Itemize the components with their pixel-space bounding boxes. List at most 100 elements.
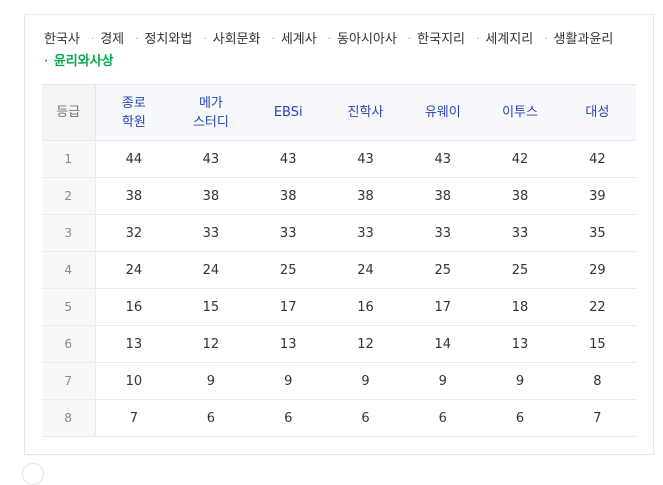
table-row: 3 32 33 33 33 33 33 35 (42, 214, 636, 252)
score-cell: 18 (481, 288, 559, 326)
score-cell: 25 (404, 251, 482, 289)
source-column-header: EBSi (249, 84, 327, 141)
score-cell: 6 (249, 399, 327, 437)
table-row: 1 44 43 43 43 43 42 42 (42, 140, 636, 178)
score-cell: 8 (558, 362, 636, 400)
grade-cell: 6 (42, 325, 96, 363)
separator-dot: · (476, 34, 480, 45)
separator-dot: · (407, 34, 412, 45)
subject-tab-7[interactable]: · 세계지리 (469, 32, 533, 47)
score-cell: 12 (172, 325, 250, 363)
header-line: 스터디 (192, 114, 229, 130)
score-cell: 6 (172, 399, 250, 437)
source-column-header: 메가스터디 (172, 84, 250, 141)
score-cell: 9 (481, 362, 559, 400)
score-cell: 42 (481, 140, 559, 178)
score-cell: 13 (249, 325, 327, 363)
header-line: 진학사 (347, 105, 384, 120)
grade-cell: 4 (42, 251, 96, 289)
score-cell: 6 (326, 399, 405, 437)
score-cell: 17 (404, 288, 482, 326)
score-cell: 16 (95, 288, 173, 326)
score-cell: 38 (249, 177, 327, 215)
header-line: 메가 (198, 95, 223, 111)
subject-label: 윤리와사상 (53, 54, 114, 69)
score-cell: 17 (249, 288, 327, 326)
header-line: 유웨이 (424, 105, 461, 120)
score-cell: 16 (326, 288, 405, 326)
top-cropped-tabs (0, 0, 663, 14)
score-cell: 13 (481, 325, 559, 363)
score-cell: 43 (172, 140, 250, 178)
separator-dot: · (544, 34, 548, 45)
source-column-header: 진학사 (326, 84, 405, 141)
score-cell: 33 (481, 214, 559, 252)
table-body: 1 44 43 43 43 43 42 42 2 38 38 38 38 38 38 39 3 32 33 33 33 3… (42, 140, 636, 437)
source-column-header: 대성 (558, 84, 636, 141)
score-cell: 13 (95, 325, 173, 363)
separator-dot: · (271, 34, 275, 45)
subject-label: 한국지리 (417, 32, 466, 47)
grade-cell: 5 (42, 288, 96, 326)
score-cell: 25 (249, 251, 327, 289)
subject-tab-9[interactable]: · 윤리와사상 (44, 54, 114, 69)
score-cell: 9 (249, 362, 327, 400)
score-cell: 43 (404, 140, 482, 178)
score-cell: 12 (326, 325, 405, 363)
table-row: 87666667 (42, 399, 636, 437)
score-cell: 33 (249, 214, 327, 252)
grade-column-header: 등급 (42, 84, 96, 141)
subject-tab-8[interactable]: · 생활과윤리 (537, 32, 613, 47)
separator-dot: · (327, 34, 332, 45)
subject-tab-0[interactable]: ·한국사 (44, 32, 80, 47)
score-cell: 43 (326, 140, 405, 178)
score-cell: 24 (326, 251, 405, 289)
score-cell: 38 (172, 177, 250, 215)
subject-label: 세계사 (280, 32, 317, 47)
score-cell: 38 (326, 177, 405, 215)
score-cell: 25 (481, 251, 559, 289)
table-row: 7 10 9 9 9 9 9 8 (42, 362, 636, 400)
subject-tab-6[interactable]: · 한국지리 (401, 32, 465, 47)
subject-tab-5[interactable]: · 동아시아사 (321, 32, 397, 47)
subject-label: 한국사 (44, 32, 80, 47)
score-cell: 38 (481, 177, 559, 215)
score-cell: 32 (95, 214, 173, 252)
score-cell: 10 (95, 362, 173, 400)
grade-cell: 3 (42, 214, 96, 252)
score-cell: 43 (249, 140, 327, 178)
score-cell: 9 (172, 362, 250, 400)
score-cell: 9 (404, 362, 482, 400)
score-cell: 33 (172, 214, 250, 252)
subject-label: 정치와법 (144, 32, 193, 47)
score-cell: 24 (95, 251, 173, 289)
source-column-header: 유웨이 (404, 84, 482, 141)
subject-label: 생활과윤리 (553, 32, 614, 47)
grade-cell: 7 (42, 362, 96, 400)
subject-label: 세계지리 (485, 32, 534, 47)
header-line: 종로 (121, 95, 146, 111)
score-cell: 35 (558, 214, 636, 252)
score-cell: 6 (481, 399, 559, 437)
subject-tab-4[interactable]: · 세계사 (265, 32, 317, 47)
table-row: 4 24 24 25 24 25 25 29 (42, 251, 636, 289)
subject-tab-2[interactable]: · 정치와법 (128, 32, 192, 47)
score-cell: 33 (326, 214, 405, 252)
table-row: 6 13 12 13 12 14 13 15 (42, 325, 636, 363)
separator-dot: · (44, 56, 48, 67)
score-cell: 6 (404, 399, 482, 437)
source-column-header: 이투스 (481, 84, 559, 141)
score-cell: 9 (326, 362, 405, 400)
header-line: EBSi (273, 105, 303, 120)
cropped-circle-button[interactable] (22, 463, 44, 485)
subject-tab-1[interactable]: · 경제 (84, 32, 124, 47)
separator-dot: · (135, 34, 139, 45)
score-cell: 29 (558, 251, 636, 289)
separator-dot: · (91, 34, 95, 45)
grade-cell: 1 (42, 140, 96, 178)
score-cell: 22 (558, 288, 636, 326)
score-cell: 38 (404, 177, 482, 215)
header-line: 이투스 (502, 105, 538, 120)
subject-tab-3[interactable]: · 사회문화 (196, 32, 260, 47)
header-line: 학원 (121, 114, 146, 130)
